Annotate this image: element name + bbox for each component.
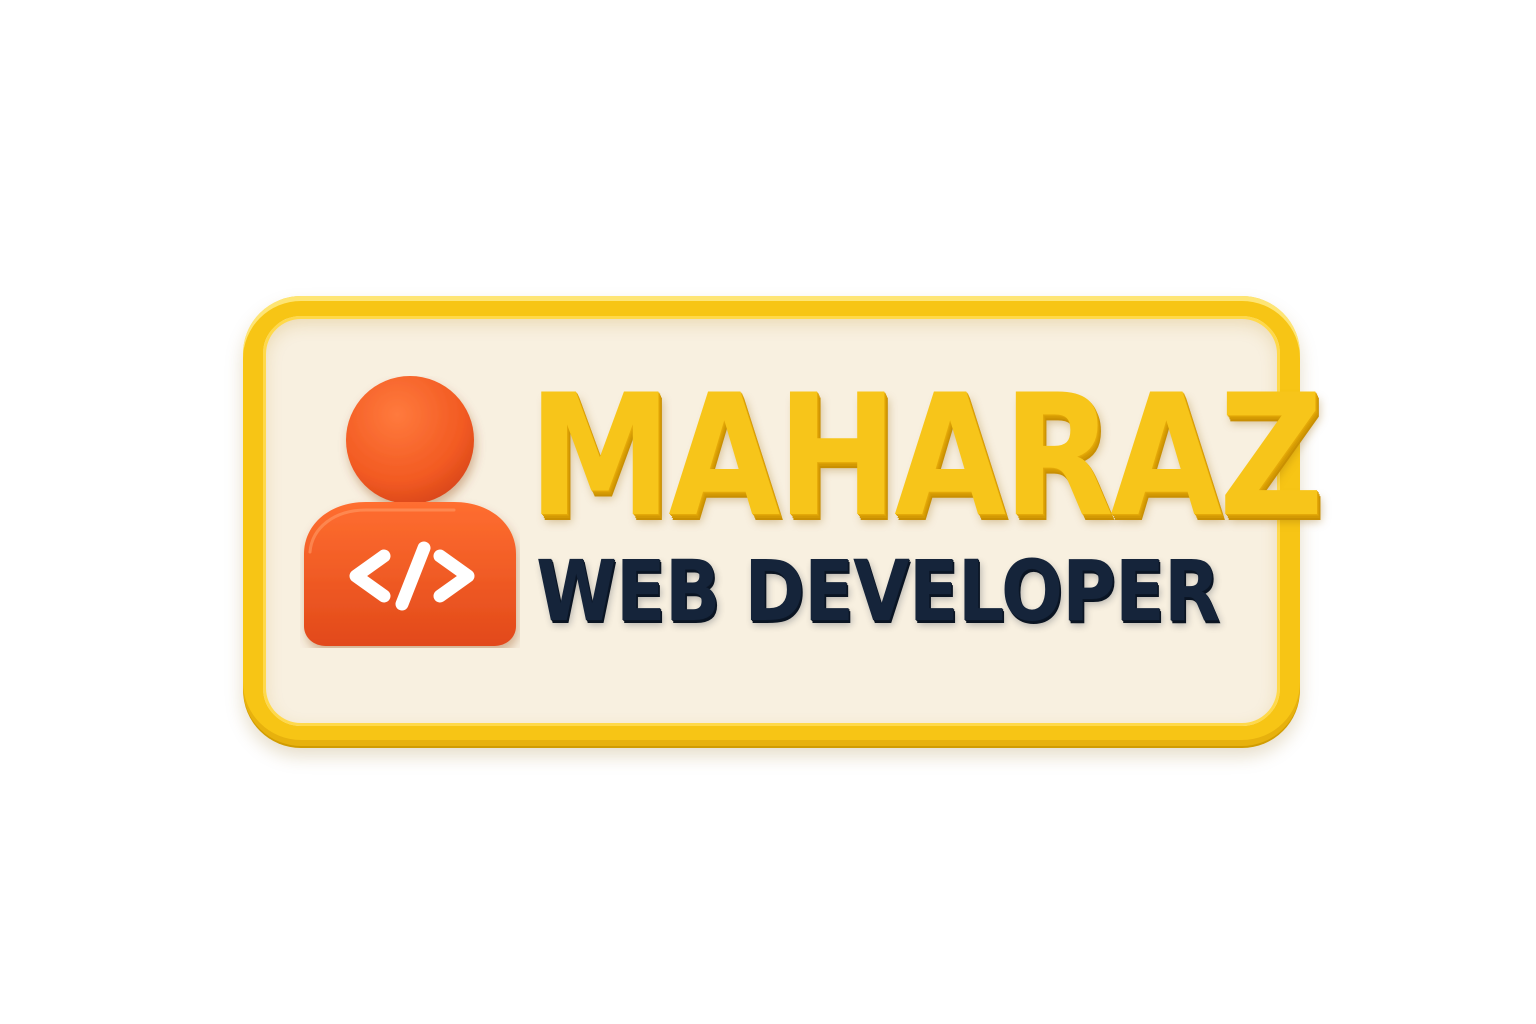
brand-role: WEB DEVELOPER — [536, 542, 1220, 640]
developer-avatar-icon — [304, 376, 516, 646]
brand-name: MAHARAZ — [528, 358, 1324, 554]
logo-canvas: MAHARAZ WEB DEVELOPER — [0, 0, 1536, 1024]
avatar-head — [346, 376, 474, 504]
